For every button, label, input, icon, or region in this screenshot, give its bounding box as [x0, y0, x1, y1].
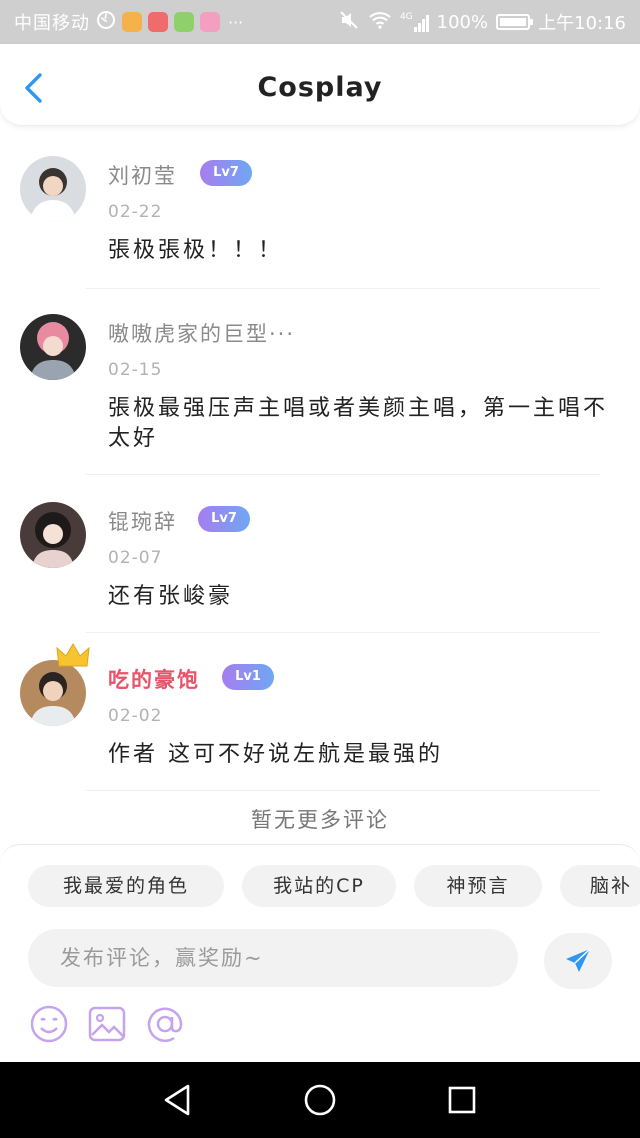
- avatar[interactable]: [20, 314, 86, 380]
- more-notifications: ···: [228, 12, 244, 32]
- comment-text: 張极最强压声主唱或者美颜主唱，第一主唱不太好: [108, 396, 609, 451]
- at-icon[interactable]: [144, 1003, 186, 1045]
- nav-recents-button[interactable]: [444, 1082, 480, 1118]
- signal-icon: 4G: [400, 12, 429, 32]
- avatar[interactable]: [20, 502, 86, 568]
- app-notification-icon: [148, 12, 168, 32]
- level-badge: Lv1: [222, 664, 274, 690]
- divider: [86, 474, 600, 475]
- comment-text: 張极張极！！！: [108, 238, 284, 263]
- triangle-back-icon: [164, 1084, 190, 1116]
- crown-icon: [56, 642, 90, 675]
- tag-chip[interactable]: 脑补: [560, 865, 640, 907]
- emoji-icon[interactable]: [28, 1003, 70, 1045]
- level-badge: Lv7: [198, 506, 250, 532]
- level-badge: Lv7: [200, 160, 252, 186]
- square-recents-icon: [448, 1086, 476, 1114]
- comment-panel: 我最爱的角色 我站的CP 神预言 脑补: [0, 844, 640, 1062]
- globe-icon: [96, 10, 116, 35]
- divider: [86, 790, 600, 791]
- status-bar: 中国移动 ··· 4G 100% 上午10:16: [0, 0, 640, 44]
- comment-input[interactable]: [28, 929, 518, 987]
- comment-text: 还有张峻豪: [108, 584, 234, 609]
- header: Cosplay: [0, 44, 640, 126]
- circle-home-icon: [304, 1084, 336, 1116]
- app-notification-icon: [174, 12, 194, 32]
- divider: [86, 632, 600, 633]
- nav-back-button[interactable]: [160, 1082, 196, 1118]
- page-title: Cosplay: [257, 72, 383, 103]
- comment-date: 02-22: [108, 202, 163, 222]
- mute-icon: [338, 9, 360, 36]
- comment-username[interactable]: 嗷嗷虎家的巨型···: [108, 318, 295, 348]
- comment-text: 作者 这可不好说左航是最强的: [108, 742, 443, 767]
- send-icon: [566, 948, 591, 972]
- carrier-label: 中国移动: [14, 13, 90, 34]
- comment-date: 02-07: [108, 548, 163, 568]
- comment-username[interactable]: 刘初莹: [108, 160, 177, 190]
- send-button[interactable]: [544, 933, 612, 989]
- comment-date: 02-15: [108, 360, 163, 380]
- network-type-label: 4G: [399, 12, 413, 22]
- image-icon[interactable]: [86, 1003, 128, 1045]
- comment-username[interactable]: 锟琬辞: [108, 506, 177, 536]
- battery-icon: [496, 14, 534, 30]
- comment-date: 02-02: [108, 706, 163, 726]
- app-notification-icon: [200, 12, 220, 32]
- app-notification-icon: [122, 12, 142, 32]
- tag-chip[interactable]: 我站的CP: [242, 865, 396, 907]
- comment-username[interactable]: 吃的豪饱: [108, 664, 200, 694]
- battery-percent: 100%: [436, 11, 489, 33]
- no-more-comments: 暂无更多评论: [251, 808, 389, 832]
- divider: [86, 288, 600, 289]
- avatar[interactable]: [20, 156, 86, 222]
- nav-home-button[interactable]: [302, 1082, 338, 1118]
- system-navigation-bar: [0, 1062, 640, 1138]
- tag-chip[interactable]: 神预言: [414, 865, 542, 907]
- clock: 上午10:16: [538, 13, 626, 34]
- tag-chip[interactable]: 我最爱的角色: [28, 865, 224, 907]
- wifi-icon: [368, 10, 392, 35]
